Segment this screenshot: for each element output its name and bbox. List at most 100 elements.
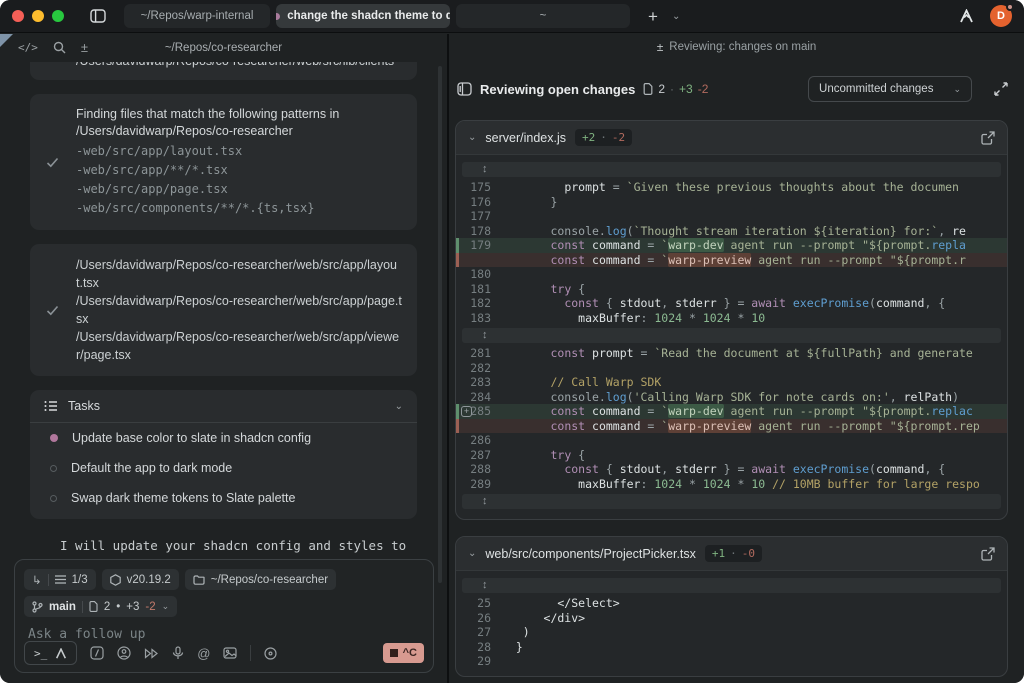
comment-indicator-icon[interactable]: + [461,406,472,417]
task-label: Swap dark theme tokens to Slate palette [71,491,295,505]
line-number: 183 [456,311,502,326]
file-icon [643,83,653,95]
tasks-title: Tasks [68,399,100,413]
diff-line: 281 const prompt = `Read the document at… [456,346,1007,361]
line-number: 179 [456,238,502,253]
code-mode-icon[interactable]: </> [18,41,38,54]
mention-icon[interactable]: @ [197,646,210,661]
diff-stats-badge: +1 · -0 [705,545,762,562]
agent-profile-icon[interactable] [117,646,131,660]
list-icon [55,575,66,584]
diff-line: +285 const command = `warp-dev agent run… [456,404,1007,419]
tab-list-chevron-icon[interactable]: ⌄ [672,11,680,22]
dot-separator: · [670,82,674,96]
review-title: Reviewing open changes [480,82,635,97]
dictation-settings-icon[interactable] [264,647,277,660]
line-number: 182 [456,296,502,311]
diff-stats-badge: +2 · -2 [575,129,632,146]
stop-button[interactable]: ^C [383,643,424,663]
line-number: 26 [456,611,502,626]
follow-up-input[interactable]: Ask a follow up [28,627,424,642]
chevron-down-icon[interactable]: ⌄ [468,132,476,143]
microphone-icon[interactable] [172,646,184,660]
file-path: /Users/davidwarp/Repos/co-researcher/web… [76,328,403,364]
diff-expand-row[interactable]: ↕ [462,578,1001,593]
check-icon [44,256,60,364]
scrollbar[interactable] [438,66,442,583]
line-number: 286 [456,433,502,448]
warp-logo-icon[interactable] [959,9,974,23]
close-window-button[interactable] [12,10,24,22]
fast-forward-icon[interactable] [144,648,159,659]
branch-name: main [49,601,76,613]
diff-line: 26 </div> [456,611,1007,626]
avatar-initial: D [997,10,1005,22]
diff-line: 283 // Call Warp SDK [456,375,1007,390]
mode-selector[interactable]: >_ [24,641,77,665]
task-item[interactable]: Default the app to dark mode [30,453,417,483]
diff-line: 284 console.log('Calling Warp SDK for no… [456,390,1007,405]
minimize-window-button[interactable] [32,10,44,22]
diff-line: 178 console.log(`Thought stream iteratio… [456,224,1007,239]
line-number [456,253,502,268]
tasks-header[interactable]: Tasks ⌄ [30,390,417,423]
expand-lines-icon: ↕ [482,578,488,593]
image-attach-icon[interactable] [223,647,237,659]
file-path: /Users/davidwarp/Repos/co-researcher/web… [76,256,403,292]
sidebar-toggle-icon[interactable] [90,9,106,23]
changes-source-dropdown[interactable]: Uncommitted changes ⌄ [808,76,972,102]
review-diff-icon[interactable]: ± [81,40,88,55]
git-status-pill[interactable]: main 2 • +3 -2 ⌄ [24,596,177,617]
maximize-window-button[interactable] [52,10,64,22]
expand-panel-icon[interactable] [994,82,1008,96]
chevron-down-icon[interactable]: ⌄ [395,401,403,412]
file-path: /Users/davidwarp/Repos/co-researcher/web… [76,292,403,328]
task-item[interactable]: Update base color to slate in shadcn con… [30,423,417,453]
diff-line: 179 const command = `warp-dev agent run … [456,238,1007,253]
agent-message: I will update your shadcn config and sty… [60,535,416,553]
diff-code: ↕25 </Select>26 </div>27 )28 }29 [456,571,1007,676]
queue-pill[interactable]: ↳ 1/3 [24,569,96,590]
node-version: v20.19.2 [127,574,171,586]
tab-warp-internal[interactable]: ~/Repos/warp-internal [124,4,270,28]
diff-expand-row[interactable]: ↕ [462,162,1001,177]
new-tab-button[interactable]: + [648,8,658,25]
line-number: 177 [456,209,502,224]
diff-card-header[interactable]: ⌄ server/index.js +2 · -2 [456,121,1007,155]
diff-expand-row[interactable]: ↕ [462,494,1001,509]
user-avatar[interactable]: D [990,5,1012,27]
line-number: 180 [456,267,502,282]
cwd-path: ~/Repos/co-researcher [211,574,328,586]
diff-card-server-index: ⌄ server/index.js +2 · -2 ↕175 [455,120,1008,520]
chevron-down-icon: ⌄ [162,601,170,612]
cwd-pill[interactable]: ~/Repos/co-researcher [185,569,336,590]
diff-card-project-picker: ⌄ web/src/components/ProjectPicker.tsx +… [455,536,1008,677]
prompt-library-icon[interactable] [90,646,104,660]
diff-line: 282 [456,361,1007,376]
additions-count: +3 [126,601,139,613]
search-icon[interactable] [53,41,66,54]
agent-panel: ~/Repos/co-researcher </> ± /Users/david… [0,34,447,683]
tab-home[interactable]: ~ [456,4,630,28]
agent-conversation: /Users/davidwarp/Repos/co-researcher/web… [0,62,447,553]
task-item[interactable]: Swap dark theme tokens to Slate palette [30,483,417,519]
diff-card-header[interactable]: ⌄ web/src/components/ProjectPicker.tsx +… [456,537,1007,571]
tasks-block: Tasks ⌄ Update base color to slate in sh… [30,390,417,519]
chevron-down-icon[interactable]: ⌄ [468,548,476,559]
diff-code: ↕175 prompt = `Given these previous thou… [456,155,1007,519]
task-list-icon [44,400,58,412]
additions-count: +3 [679,82,693,96]
line-number: 281 [456,346,502,361]
expand-lines-icon: ↕ [482,162,488,177]
open-external-icon[interactable] [981,131,995,145]
diff-expand-row[interactable]: ↕ [462,328,1001,343]
tab-active-shadcn-theme[interactable]: change the shadcn theme to d [276,4,450,28]
pattern-line: -web/src/app/**/*.tsx [76,161,403,180]
open-external-icon[interactable] [981,547,995,561]
node-version-pill[interactable]: v20.19.2 [102,569,179,590]
pattern-line: -web/src/components/**/*.{ts,tsx} [76,199,403,218]
file-icon [89,601,98,612]
pattern-line: -web/src/app/page.tsx [76,180,403,199]
diff-line: 27 ) [456,625,1007,640]
diff-line: 287 try { [456,448,1007,463]
